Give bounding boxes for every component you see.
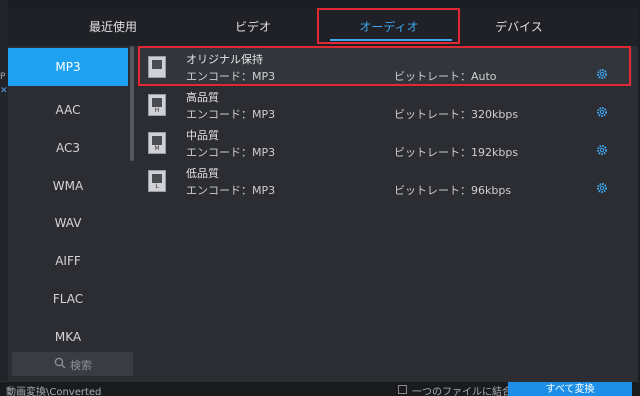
background-icon-fragment: ✕ [0,86,8,96]
format-item-flac[interactable]: FLAC [8,280,128,318]
preset-name: 高品質 [186,91,219,104]
format-item-ac3[interactable]: AC3 [8,129,128,167]
preset-bitrate: ビットレート：96kbps [394,184,512,197]
output-folder-label: 動画変換\Converted [6,387,102,396]
format-item-mka[interactable]: MKA [8,318,128,356]
background-status-bar: 動画変換\Converted 一つのファイルに結合 すべて変換 [0,381,640,396]
preset-encoder: エンコード：MP3 [186,146,276,159]
preset-bitrate: ビットレート：192kbps [394,146,519,159]
preset-row-high[interactable]: H 高品質 エンコード：MP3 ビットレート：320kbps [140,86,632,124]
preset-list: オリジナル保持 エンコード：MP3 ビットレート：Auto H 高品質 エンコー… [138,46,638,384]
tab-device[interactable]: デバイス [464,8,574,46]
preset-row-medium[interactable]: M 中品質 エンコード：MP3 ビットレート：192kbps [140,124,632,162]
tab-recent[interactable]: 最近使用 [58,8,168,46]
background-text-fragment: P [0,72,6,82]
format-item-mp3[interactable]: MP3 [8,48,128,86]
format-list: MP3 AAC AC3 WMA WAV AIFF FLAC MKA 検索 [8,46,138,384]
format-item-aac[interactable]: AAC [8,91,128,129]
preset-bitrate: ビットレート：320kbps [394,108,519,121]
gear-icon[interactable] [596,144,608,156]
format-item-aiff[interactable]: AIFF [8,242,128,280]
format-item-wav[interactable]: WAV [8,204,128,242]
tab-highlight-annotation [317,8,460,44]
gear-icon[interactable] [596,106,608,118]
output-format-dialog: 最近使用 ビデオ オーディオ デバイス MP3 AAC AC3 WMA WAV … [8,8,638,384]
preset-row-low[interactable]: L 低品質 エンコード：MP3 ビットレート：96kbps [140,162,632,200]
audio-file-icon: H [148,94,166,116]
convert-all-button[interactable]: すべて変換 [508,382,632,396]
preset-name: 低品質 [186,167,219,180]
tab-video[interactable]: ビデオ [198,8,308,46]
audio-file-icon: L [148,170,166,192]
search-icon [54,357,66,369]
preset-encoder: エンコード：MP3 [186,184,276,197]
format-list-scrollbar[interactable] [130,46,134,161]
gear-icon[interactable] [596,182,608,194]
search-placeholder: 検索 [70,359,92,372]
preset-name: 中品質 [186,129,219,142]
audio-file-icon: M [148,132,166,154]
format-item-wma[interactable]: WMA [8,167,128,205]
background-app-edge: P ✕ [0,0,8,396]
search-input[interactable]: 検索 [12,352,133,376]
merge-label: 一つのファイルに結合 [412,387,512,396]
format-category-tabs: 最近使用 ビデオ オーディオ デバイス [8,8,638,46]
preset-highlight-annotation [138,46,631,86]
preset-encoder: エンコード：MP3 [186,108,276,121]
merge-checkbox[interactable] [398,385,407,394]
